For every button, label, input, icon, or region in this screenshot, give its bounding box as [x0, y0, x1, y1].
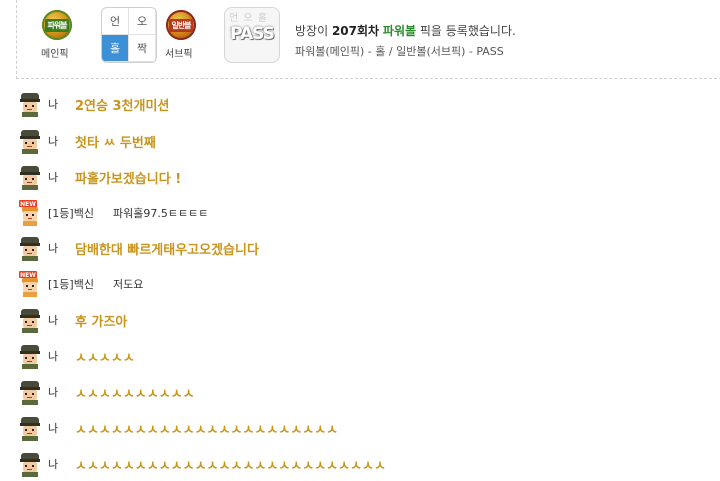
soldier-avatar-icon[interactable]	[17, 451, 43, 477]
soldier-avatar-icon[interactable]	[17, 164, 43, 190]
chat-nickname[interactable]: [1등]백신	[48, 276, 94, 292]
chat-text: 파워홀97.5ㅌㅌㅌㅌ	[113, 207, 209, 220]
chat-message: NEW [1등]백신 파워홀97.5ㅌㅌㅌㅌ	[17, 200, 717, 226]
pick-option-2[interactable]: 홀	[102, 35, 129, 62]
game-name: 파워볼	[382, 24, 417, 38]
pick-option-grid: 언오홀짝	[101, 7, 157, 63]
chat-text: 후 가즈아	[75, 314, 128, 330]
chat-text: ㅅㅅㅅㅅㅅㅅㅅㅅㅅㅅ	[75, 386, 195, 402]
chat-message: 나 ㅅㅅㅅㅅㅅ	[17, 343, 717, 369]
chat-nickname[interactable]: 나	[48, 312, 58, 328]
soldier-avatar-icon[interactable]	[17, 128, 43, 154]
soldier-avatar-icon[interactable]	[17, 91, 43, 117]
pass-label: PASS	[230, 24, 275, 44]
pick-detail: 파워볼(메인픽) - 홀 / 일반볼(서브픽) - PASS	[295, 45, 504, 58]
chat-text: 파홀가보겠습니다 !	[75, 171, 182, 187]
chat-nickname[interactable]: 나	[48, 169, 58, 185]
chat-message: NEW [1등]백신 저도요	[17, 271, 717, 297]
chat-nickname[interactable]: [1등]백신	[48, 205, 94, 221]
chat-text: ㅅㅅㅅㅅㅅㅅㅅㅅㅅㅅㅅㅅㅅㅅㅅㅅㅅㅅㅅㅅㅅㅅㅅㅅㅅㅅ	[75, 458, 386, 474]
sub-pick-caption: 서브픽	[165, 49, 193, 60]
soldier-avatar-icon[interactable]	[17, 235, 43, 261]
chat-message: 나 첫타 ㅆ 두번째	[17, 128, 717, 154]
soldier-avatar-icon[interactable]	[17, 343, 43, 369]
pick-option-1[interactable]: 오	[129, 8, 156, 35]
chat-nickname[interactable]: 나	[48, 133, 58, 149]
svg-text:NEW: NEW	[20, 201, 36, 208]
soldier-avatar-icon[interactable]	[17, 379, 43, 405]
chat-nickname[interactable]: 나	[48, 384, 58, 400]
chat-message: 나 2연승 3천개미션	[17, 91, 717, 117]
round-number: 207회차	[331, 24, 380, 38]
pick-announcement: 방장이 207회차 파워볼 픽을 등록했습니다.	[295, 24, 516, 38]
chat-text: 저도요	[113, 278, 144, 291]
chat-message: 나 담배한대 빠르게태우고오겠습니다	[17, 235, 717, 261]
chat-message: 나 ㅅㅅㅅㅅㅅㅅㅅㅅㅅㅅㅅㅅㅅㅅㅅㅅㅅㅅㅅㅅㅅㅅㅅㅅㅅㅅ	[17, 451, 717, 477]
chat-nickname[interactable]: 나	[48, 456, 58, 472]
chat-message: 나 ㅅㅅㅅㅅㅅㅅㅅㅅㅅㅅㅅㅅㅅㅅㅅㅅㅅㅅㅅㅅㅅㅅ	[17, 415, 717, 441]
pick-option-3[interactable]: 짝	[129, 35, 156, 62]
pass-button[interactable]: 언 오 홀 짝 PASS	[224, 7, 280, 63]
main-pick-caption: 메인픽	[41, 49, 69, 60]
new-user-avatar-icon[interactable]: NEW	[17, 271, 43, 297]
chat-text: 2연승 3천개미션	[75, 98, 170, 114]
chat-text: ㅅㅅㅅㅅㅅ	[75, 350, 135, 366]
chat-nickname[interactable]: 나	[48, 348, 58, 364]
chat-text: 첫타 ㅆ 두번째	[75, 135, 156, 151]
chat-text: ㅅㅅㅅㅅㅅㅅㅅㅅㅅㅅㅅㅅㅅㅅㅅㅅㅅㅅㅅㅅㅅㅅ	[75, 422, 339, 438]
chat-message: 나 파홀가보겠습니다 !	[17, 164, 717, 190]
pick-option-0[interactable]: 언	[102, 8, 129, 35]
powerball-ball-icon: 파워볼	[42, 10, 72, 40]
chat-nickname[interactable]: 나	[48, 240, 58, 256]
pick-panel: 파워볼 메인픽 언오홀짝 일반볼 서브픽 언 오 홀 짝 PASS 방장이 20…	[16, 0, 720, 79]
chat-nickname[interactable]: 나	[48, 96, 58, 112]
chat-message: 나 후 가즈아	[17, 307, 717, 333]
chat-nickname[interactable]: 나	[48, 420, 58, 436]
soldier-avatar-icon[interactable]	[17, 307, 43, 333]
soldier-avatar-icon[interactable]	[17, 415, 43, 441]
new-user-avatar-icon[interactable]: NEW	[17, 200, 43, 226]
normalball-ball-icon: 일반볼	[166, 10, 196, 40]
chat-message: 나 ㅅㅅㅅㅅㅅㅅㅅㅅㅅㅅ	[17, 379, 717, 405]
svg-text:NEW: NEW	[20, 272, 36, 279]
chat-text: 담배한대 빠르게태우고오겠습니다	[75, 242, 259, 258]
